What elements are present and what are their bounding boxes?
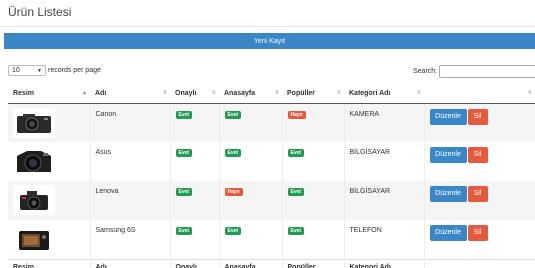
populer-cell: Evet <box>281 142 344 181</box>
delete-button[interactable]: Sil <box>467 225 488 241</box>
footer-kategori: Kategori Adı <box>343 258 424 268</box>
sort-icon: ⇅ <box>162 90 167 96</box>
product-table: Resim ▲ Adı ⇅ Onaylı ⇅ Anasayfa ⇅ Popüller ⇅ … <box>8 85 535 268</box>
page-title: Ürün Listesi <box>8 5 72 19</box>
delete-button[interactable]: Sil <box>467 108 488 125</box>
edit-button[interactable]: Düzenle <box>429 147 467 163</box>
status-badge: Evet <box>224 149 242 157</box>
edit-button[interactable]: Düzenle <box>429 108 467 125</box>
records-per-page-label: records per page <box>48 67 101 74</box>
onayli-cell: Evet <box>169 181 219 220</box>
table-row: Canon Evet Evet Hayır KAMERA Düzenle Sil <box>8 103 535 142</box>
product-name: Canon <box>89 103 170 142</box>
column-header-kategori[interactable]: Kategori Adı ⇅ <box>344 85 424 104</box>
canon-camera-image <box>13 107 55 138</box>
anasayfa-cell: Evet <box>218 220 282 259</box>
sort-icon: ⇅ <box>211 90 216 96</box>
sort-icon: ⇅ <box>274 90 279 96</box>
samsung-camera-image <box>13 224 55 254</box>
image-cell <box>8 220 90 259</box>
onayli-cell: Evet <box>169 220 219 259</box>
records-per-page-control: 10 ▼ records per page <box>8 65 101 76</box>
populer-cell: Evet <box>281 181 344 220</box>
image-cell <box>8 103 90 142</box>
actions-cell: Düzenle Sil <box>423 181 535 220</box>
delete-button[interactable]: Sil <box>467 186 488 202</box>
status-badge: Evet <box>287 149 305 157</box>
status-badge: Evet <box>224 110 242 119</box>
footer-onayli: Onaylı <box>169 258 219 268</box>
title-divider <box>0 26 535 27</box>
sort-icon: ⇅ <box>416 90 421 96</box>
table-footer-row: Resim Adı Onaylı Anasayfa Popüller Kateg… <box>8 258 535 268</box>
anasayfa-cell: Hayır <box>218 181 282 220</box>
category-name: BİLGİSAYAR <box>343 142 424 181</box>
status-badge: Evet <box>175 188 193 196</box>
onayli-cell: Evet <box>169 103 219 142</box>
actions-cell: Düzenle Sil <box>423 220 535 259</box>
table-row: Asus Evet Evet Evet BİLGİSAYAR Düzenle Si… <box>8 142 535 181</box>
populer-cell: Evet <box>281 220 344 259</box>
edit-button[interactable]: Düzenle <box>429 225 467 241</box>
chevron-down-icon: ▼ <box>37 68 42 74</box>
status-badge: Hayır <box>224 188 244 196</box>
actions-cell: Düzenle Sil <box>423 142 535 181</box>
footer-resim: Resim <box>8 258 90 268</box>
category-name: BİLGİSAYAR <box>343 181 424 220</box>
column-header-populer[interactable]: Popüller ⇅ <box>282 85 344 104</box>
search-label: Search: <box>413 68 438 75</box>
product-name: Samsung 6S <box>89 220 170 259</box>
records-per-page-value: 10 <box>12 67 20 74</box>
status-badge: Evet <box>175 149 193 157</box>
status-badge: Evet <box>224 227 242 235</box>
column-header-actions: ⇅ <box>424 85 535 104</box>
product-name: Asus <box>89 142 170 181</box>
status-badge: Evet <box>287 227 305 235</box>
sort-icon: ⇅ <box>527 90 532 96</box>
table-header-row: Resim ▲ Adı ⇅ Onaylı ⇅ Anasayfa ⇅ Popüller ⇅ … <box>8 85 535 104</box>
sort-icon: ⇅ <box>336 90 341 96</box>
category-name: KAMERA <box>343 103 424 142</box>
column-header-adi[interactable]: Adı ⇅ <box>90 85 170 104</box>
actions-cell: Düzenle Sil <box>423 103 535 142</box>
footer-populer: Popüller <box>281 258 344 268</box>
footer-adi: Adı <box>89 258 170 268</box>
lenova-camera-image <box>13 185 55 215</box>
column-header-onayli[interactable]: Onaylı ⇅ <box>170 85 219 104</box>
search-control: Search: <box>413 65 535 78</box>
anasayfa-cell: Evet <box>218 103 282 142</box>
edit-button[interactable]: Düzenle <box>429 186 467 202</box>
column-header-resim[interactable]: Resim ▲ <box>8 85 90 104</box>
product-name: Lenova <box>89 181 170 220</box>
records-per-page-select[interactable]: 10 ▼ <box>8 65 46 76</box>
sort-asc-icon: ▲ <box>82 90 87 96</box>
table-row: Samsung 6S Evet Evet Evet TELEFON Düzenl… <box>8 220 535 259</box>
image-cell <box>8 181 90 220</box>
status-badge: Evet <box>175 110 193 119</box>
anasayfa-cell: Evet <box>218 142 282 181</box>
search-input[interactable] <box>439 65 535 78</box>
image-cell <box>8 142 90 181</box>
column-header-anasayfa[interactable]: Anasayfa ⇅ <box>219 85 282 104</box>
status-badge: Evet <box>287 188 305 196</box>
footer-actions <box>423 258 535 268</box>
asus-camera-image <box>13 146 55 176</box>
delete-button[interactable]: Sil <box>467 147 488 163</box>
footer-anasayfa: Anasayfa <box>218 258 282 268</box>
new-record-button[interactable]: Yeni Kayıt <box>4 33 535 49</box>
populer-cell: Hayır <box>281 103 344 142</box>
onayli-cell: Evet <box>169 142 219 181</box>
status-badge: Evet <box>175 227 193 235</box>
status-badge: Hayır <box>287 110 307 119</box>
category-name: TELEFON <box>343 220 424 259</box>
table-row: Lenova Evet Hayır Evet BİLGİSAYAR Düzenl… <box>8 181 535 220</box>
